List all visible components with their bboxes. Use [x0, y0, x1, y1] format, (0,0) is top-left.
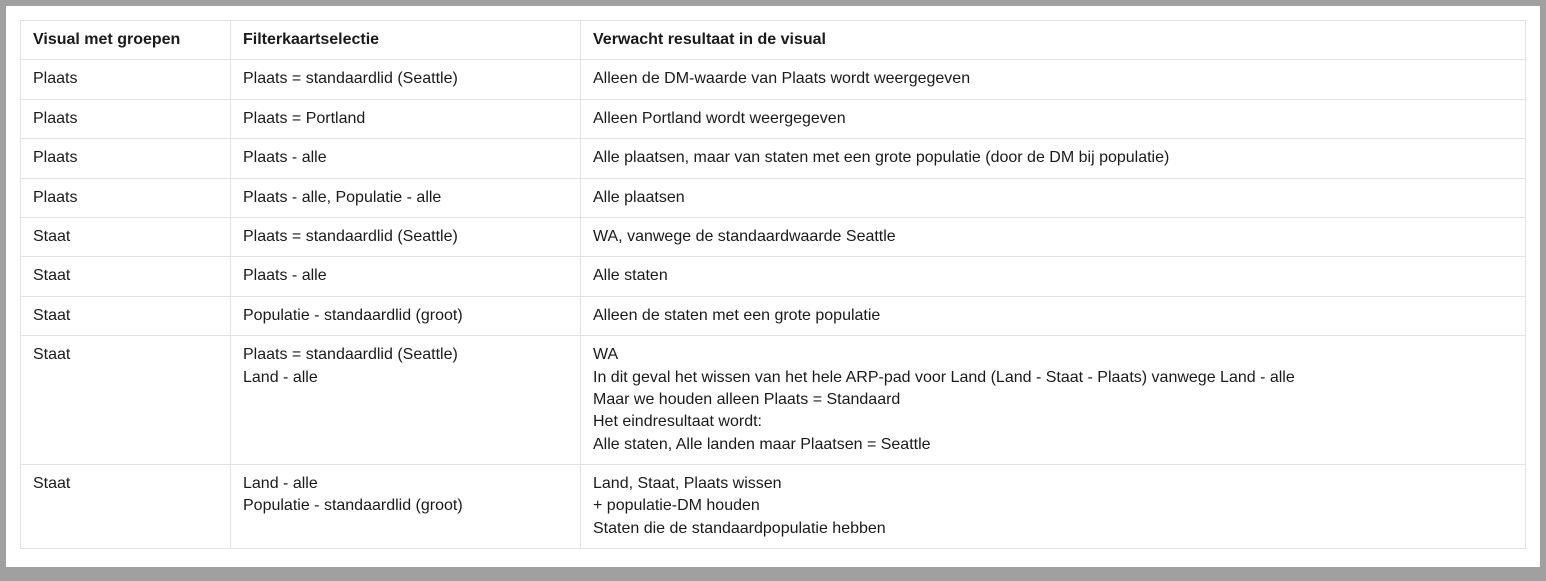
table-row: Plaats Plaats = standaardlid (Seattle) A… — [21, 60, 1526, 99]
cell-visual-groups: Plaats — [21, 60, 231, 99]
table-row: Staat Populatie - standaardlid (groot) A… — [21, 296, 1526, 335]
cell-expected-result: Alle staten — [581, 257, 1526, 296]
col-header-expected-result: Verwacht resultaat in de visual — [581, 21, 1526, 60]
cell-visual-groups: Plaats — [21, 99, 231, 138]
table-row: Staat Plaats = standaardlid (Seattle) La… — [21, 336, 1526, 465]
cell-expected-result: Alle plaatsen — [581, 178, 1526, 217]
cell-filter-selection: Plaats - alle, Populatie - alle — [231, 178, 581, 217]
cell-expected-result: WA, vanwege de standaardwaarde Seattle — [581, 217, 1526, 256]
cell-visual-groups: Staat — [21, 296, 231, 335]
cell-filter-selection: Plaats = standaardlid (Seattle) — [231, 60, 581, 99]
cell-expected-result: Alleen de DM-waarde van Plaats wordt wee… — [581, 60, 1526, 99]
col-header-filter-selection: Filterkaartselectie — [231, 21, 581, 60]
cell-filter-selection: Plaats = standaardlid (Seattle) — [231, 217, 581, 256]
cell-visual-groups: Staat — [21, 336, 231, 465]
cell-expected-result: Alleen Portland wordt weergegeven — [581, 99, 1526, 138]
table-row: Staat Land - alle Populatie - standaardl… — [21, 465, 1526, 549]
cell-filter-selection: Plaats - alle — [231, 257, 581, 296]
cell-visual-groups: Staat — [21, 465, 231, 549]
cell-expected-result: Alleen de staten met een grote populatie — [581, 296, 1526, 335]
cell-visual-groups: Staat — [21, 257, 231, 296]
cell-visual-groups: Plaats — [21, 178, 231, 217]
table-row: Plaats Plaats - alle, Populatie - alle A… — [21, 178, 1526, 217]
cell-filter-selection: Populatie - standaardlid (groot) — [231, 296, 581, 335]
filter-result-table: Visual met groepen Filterkaartselectie V… — [20, 20, 1526, 549]
table-header-row: Visual met groepen Filterkaartselectie V… — [21, 21, 1526, 60]
cell-visual-groups: Staat — [21, 217, 231, 256]
cell-expected-result: Land, Staat, Plaats wissen + populatie-D… — [581, 465, 1526, 549]
table-row: Plaats Plaats - alle Alle plaatsen, maar… — [21, 139, 1526, 178]
cell-visual-groups: Plaats — [21, 139, 231, 178]
cell-expected-result: WA In dit geval het wissen van het hele … — [581, 336, 1526, 465]
cell-filter-selection: Plaats = standaardlid (Seattle) Land - a… — [231, 336, 581, 465]
cell-filter-selection: Plaats - alle — [231, 139, 581, 178]
table-row: Plaats Plaats = Portland Alleen Portland… — [21, 99, 1526, 138]
cell-filter-selection: Land - alle Populatie - standaardlid (gr… — [231, 465, 581, 549]
document-frame: Visual met groepen Filterkaartselectie V… — [6, 6, 1540, 567]
table-row: Staat Plaats = standaardlid (Seattle) WA… — [21, 217, 1526, 256]
cell-expected-result: Alle plaatsen, maar van staten met een g… — [581, 139, 1526, 178]
table-row: Staat Plaats - alle Alle staten — [21, 257, 1526, 296]
cell-filter-selection: Plaats = Portland — [231, 99, 581, 138]
col-header-visual-groups: Visual met groepen — [21, 21, 231, 60]
